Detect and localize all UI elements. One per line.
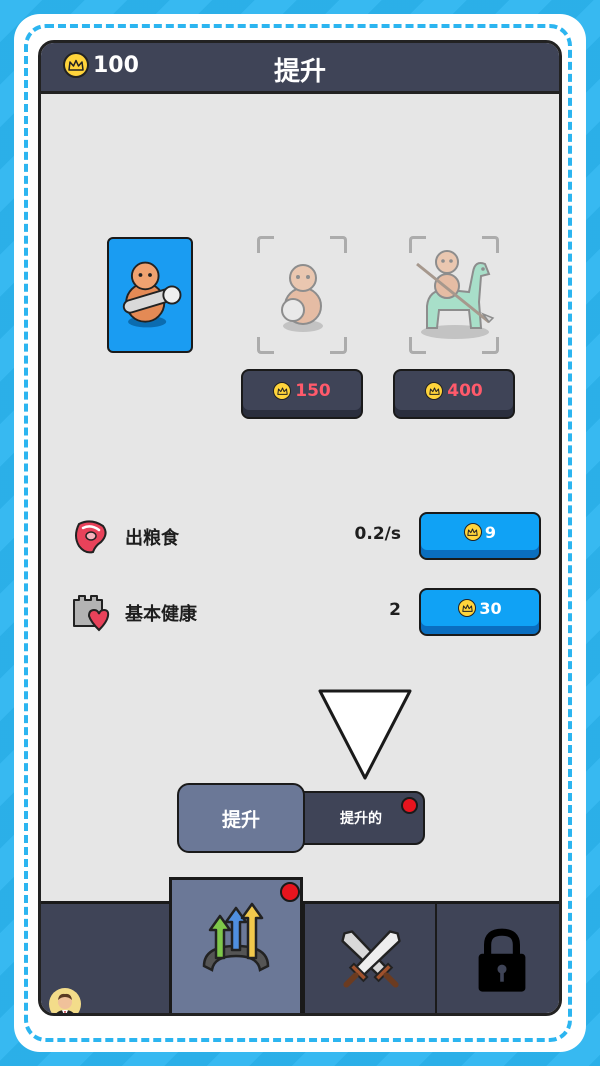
dino-rider-icon [416,250,495,339]
stat-row-food: 出粮食 0.2/s 9 [71,512,541,560]
tab-label: 提升 [221,808,260,831]
upgrade-food-button[interactable]: 9 [419,512,541,560]
clubman-icon [122,261,182,328]
bottom-nav [41,877,559,1013]
stat-label: 基本健康 [125,604,197,625]
top-bar: 100 提升 [41,43,559,91]
upgrade-health-button[interactable]: 30 [419,588,541,636]
unit-card-clubman[interactable] [107,237,193,353]
avatar-icon [49,988,81,1013]
shield-man-icon [281,264,323,332]
tab-label: 提升的 [340,811,382,827]
nav-locked[interactable] [435,901,559,1013]
crown-coin-icon [458,599,477,617]
crossed-swords-icon [341,930,401,988]
buy-unit-button-dino-rider[interactable]: 400 [393,369,515,419]
meat-icon [75,520,107,554]
notification-badge [280,882,300,902]
tab-upgrade[interactable]: 提升 [177,783,305,853]
padlock-icon [478,928,526,992]
nav-battle[interactable] [303,901,435,1013]
tutorial-pointer-arrow [318,689,412,780]
unit-slot-dino-rider[interactable] [409,236,499,354]
stat-row-health: 基本健康 2 30 [71,588,541,636]
stat-value: 2 [389,600,401,620]
stat-label: 出粮食 [125,528,179,549]
stat-value: 0.2/s [354,524,401,544]
nav-profile[interactable] [41,901,171,1013]
castle-heart-icon [73,595,110,632]
unit-price: 400 [447,381,483,401]
crown-coin-icon [273,382,292,400]
buy-unit-button-shield-man[interactable]: 150 [241,369,363,419]
crown-coin-icon [463,523,482,541]
top-bar-divider [41,91,559,94]
notification-badge [401,797,418,814]
nav-upgrades[interactable] [169,877,303,1013]
unit-price: 150 [295,381,331,401]
crown-coin-icon [425,382,444,400]
main-panel: 100 提升 150 400 出粮食 0.2/s 9 基本健康 2 30 提升的… [38,40,562,1016]
subtab-bar: 提升的 提升 [177,783,427,855]
upgrade-cost: 9 [484,522,497,542]
upgrade-arrows-icon [202,902,270,972]
page-title: 提升 [273,57,326,87]
upgrade-cost: 30 [479,598,502,618]
unit-slot-shield-man[interactable] [257,236,347,354]
